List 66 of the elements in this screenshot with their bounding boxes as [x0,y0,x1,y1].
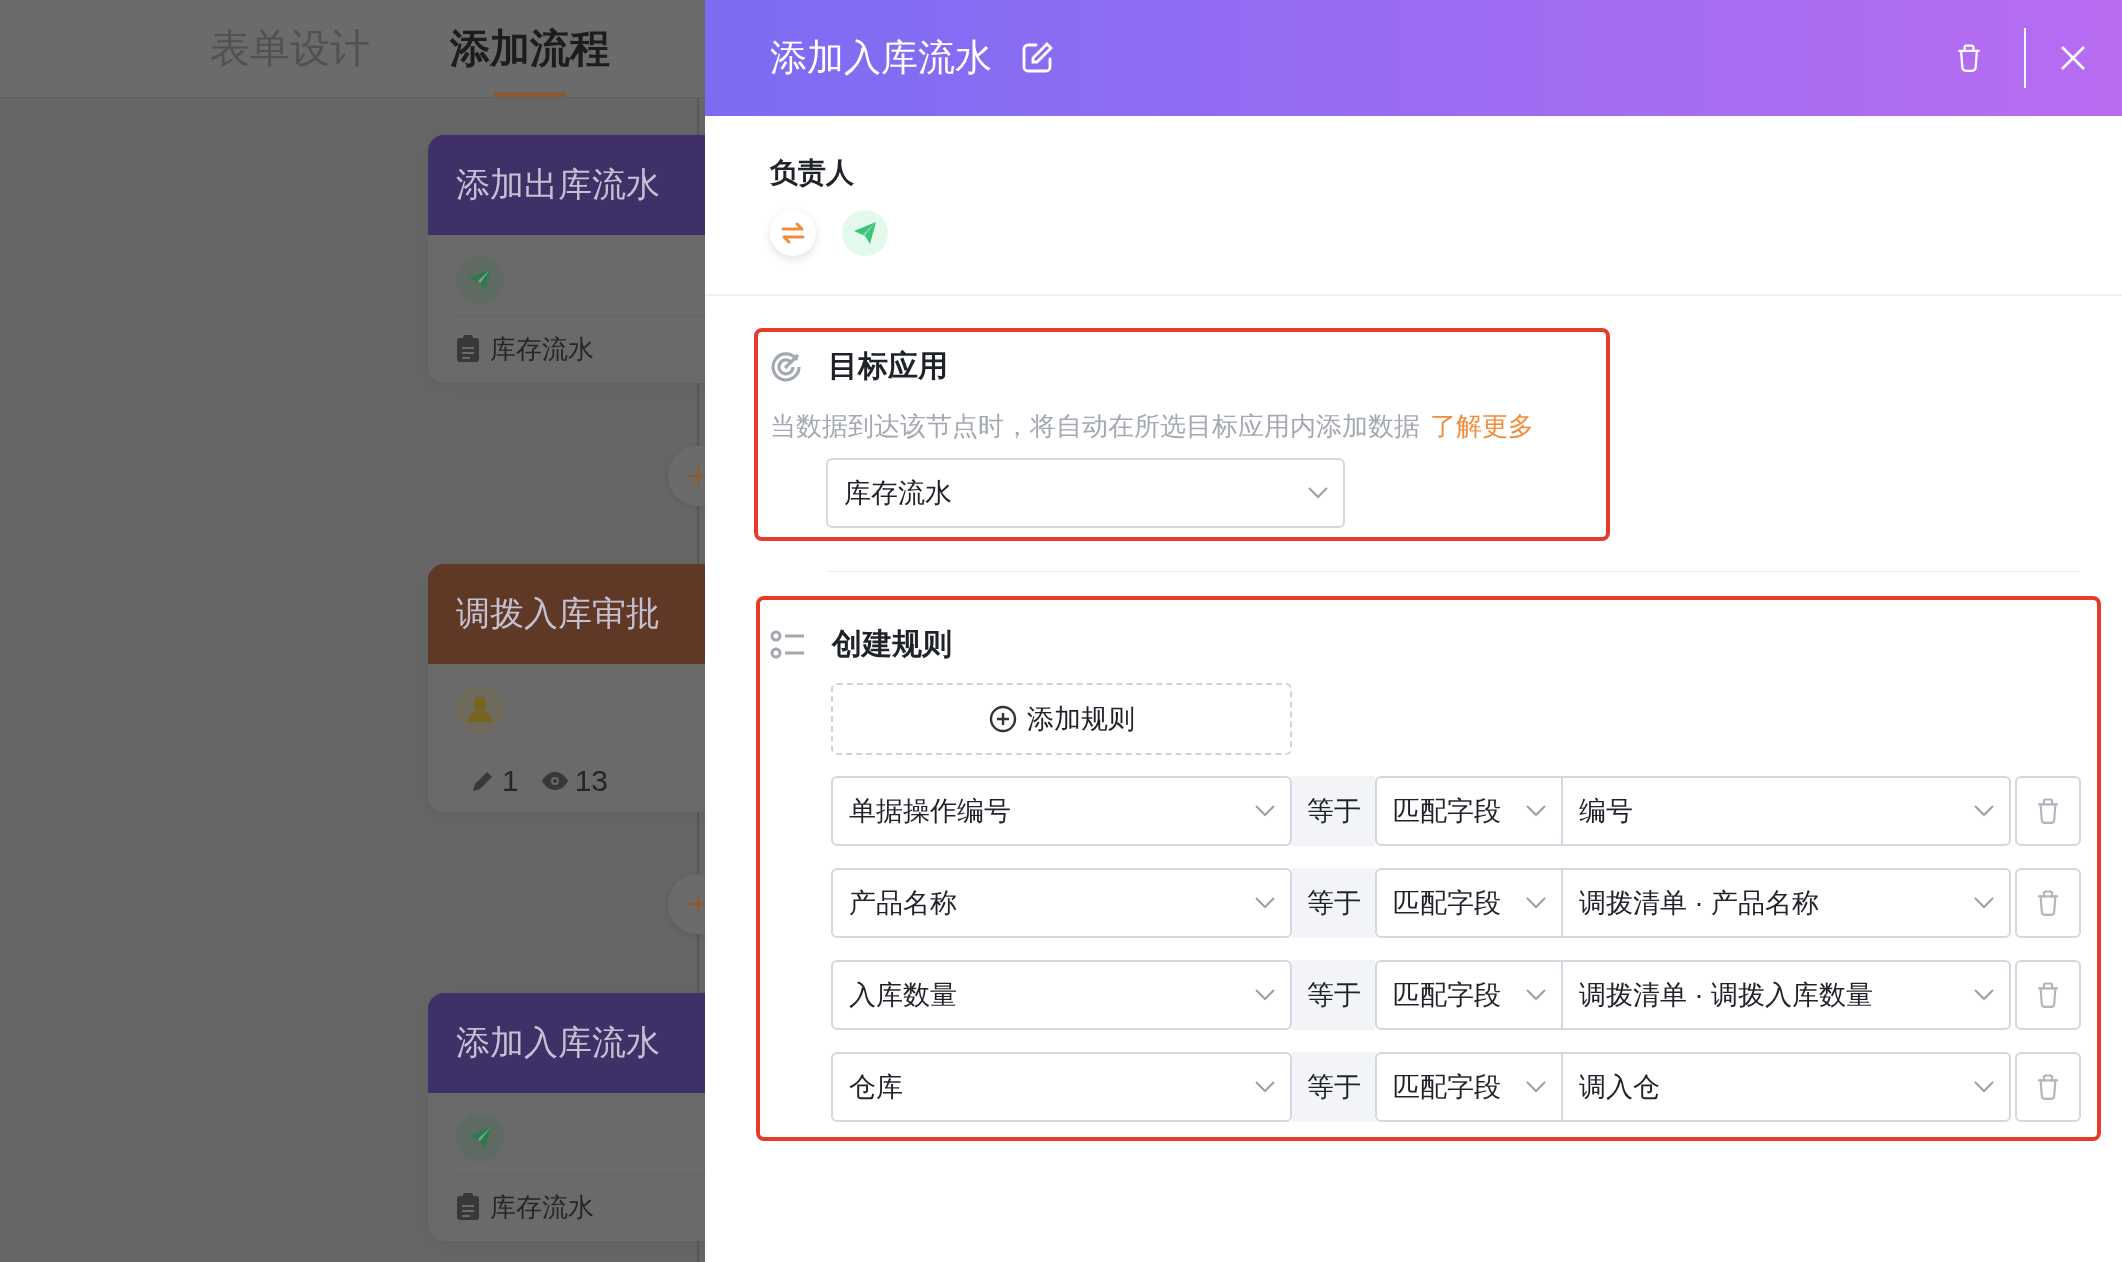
mode-select[interactable]: 匹配字段 [1375,960,1563,1030]
app-name: 库存流水 [490,1190,594,1224]
paper-plane-icon [852,220,878,246]
chevron-icon [1525,804,1547,818]
chevron-icon [1973,896,1995,910]
operator-label: 等于 [1292,960,1375,1030]
app-select[interactable]: 库存流水 [826,458,1345,528]
add-rule-button[interactable]: 添加规则 [831,683,1292,755]
mode-select[interactable]: 匹配字段 [1375,776,1563,846]
delete-rule-button[interactable] [2015,960,2081,1030]
mode-select[interactable]: 匹配字段 [1375,1052,1563,1122]
field-select[interactable]: 入库数量 [831,960,1292,1030]
field-select[interactable]: 产品名称 [831,868,1292,938]
chevron-icon [1973,1080,1995,1094]
chevron-icon [1254,988,1276,1002]
paper-plane-icon [467,267,493,293]
user-icon [466,695,494,723]
value-select[interactable]: 编号 [1561,776,2011,846]
app-name: 库存流水 [490,332,594,366]
send-button[interactable] [842,210,888,256]
plus-icon [686,892,705,916]
node-title: 调拨入库审批 [456,593,660,634]
mode-select[interactable]: 匹配字段 [1375,868,1563,938]
edit-count: 1 [502,764,519,798]
operator-label: 等于 [1292,1052,1375,1122]
list-icon [770,628,806,661]
section-title: 目标应用 [828,348,948,384]
chevron-icon [1254,804,1276,818]
chevron-icon [1973,988,1995,1002]
chevron-icon [1254,896,1276,910]
field-select[interactable]: 单据操作编号 [831,776,1292,846]
close-icon [2060,45,2086,71]
section-description: 当数据到达该节点时，将自动在所选目标应用内添加数据 了解更多 [770,410,1535,443]
plus-icon [686,464,705,488]
value-select[interactable]: 调入仓 [1561,1052,2011,1122]
delete-rule-button[interactable] [2015,776,2081,846]
node-title: 添加出库流水 [456,164,660,205]
chevron-icon [1525,896,1547,910]
chevron-icon [1973,804,1995,818]
chevron-icon [1525,988,1547,1002]
field-select[interactable]: 仓库 [831,1052,1292,1122]
node-title: 添加入库流水 [456,1022,660,1063]
operator-label: 等于 [1292,776,1375,846]
clipboard-icon [456,1193,480,1221]
edit-icon [1020,41,1054,75]
close-button[interactable] [2060,45,2086,71]
switch-assignee-button[interactable] [770,210,816,256]
section-title: 创建规则 [832,626,952,662]
chevron-icon [1525,1080,1547,1094]
delete-rule-button[interactable] [2015,1052,2081,1122]
clipboard-icon [456,335,480,363]
delete-rule-button[interactable] [2015,868,2081,938]
value-select[interactable]: 调拨清单 · 产品名称 [1561,868,2011,938]
paper-plane-icon [467,1125,493,1151]
view-count: 13 [574,764,609,798]
chevron-icon [1307,486,1329,500]
swap-arrows-icon [780,221,806,245]
drawer-title: 添加入库流水 [770,36,992,80]
chevron-icon [1254,1080,1276,1094]
eye-icon [540,771,569,791]
target-icon [770,350,802,383]
operator-label: 等于 [1292,868,1375,938]
edit-title-button[interactable] [1020,41,1054,75]
plus-circle-icon [988,705,1017,733]
section-label: 负责人 [770,156,855,190]
value-select[interactable]: 调拨清单 · 调拨入库数量 [1561,960,2011,1030]
